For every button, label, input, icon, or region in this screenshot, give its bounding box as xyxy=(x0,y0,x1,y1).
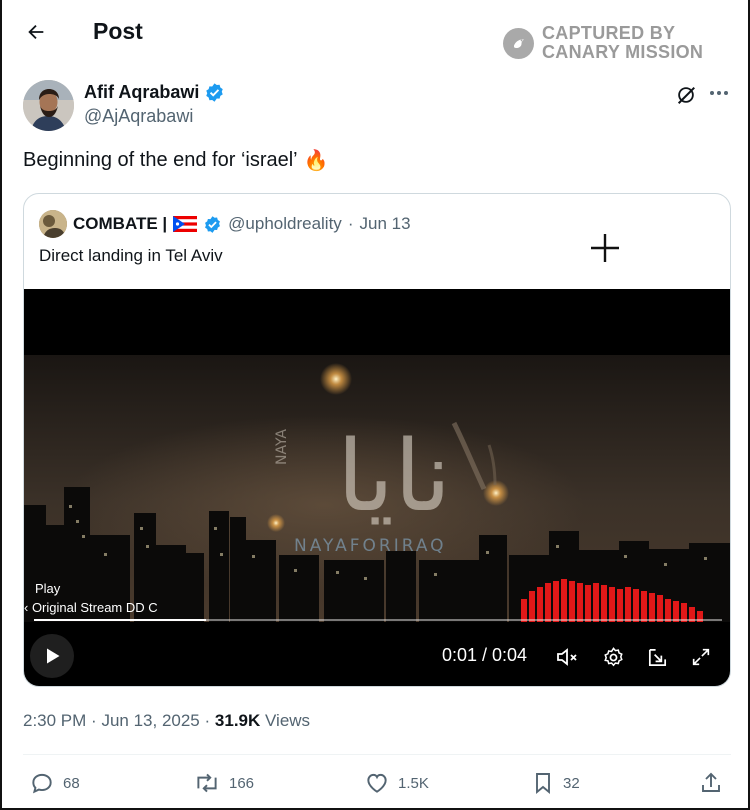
share-icon xyxy=(702,772,720,792)
back-button[interactable] xyxy=(18,14,54,50)
video-frame[interactable]: NAYA نايا NAYAFORIRAQ xyxy=(24,355,730,622)
quoted-post-header: COMBATE | @upholdreality · Jun 13 xyxy=(39,210,411,238)
quoted-post-text: Direct landing in Tel Aviv xyxy=(39,246,223,265)
video-player[interactable]: NAYA نايا NAYAFORIRAQ Play ‹ Original St… xyxy=(24,289,730,686)
page-header: Post CAPTURED BY CANARY MISSION xyxy=(0,0,750,66)
naya-latin-watermark: NAYA xyxy=(274,429,290,465)
post-text: Beginning of the end for ‘israel’ 🔥 xyxy=(23,148,329,173)
quoted-verified-badge-icon xyxy=(205,215,221,233)
quoted-separator: · xyxy=(347,214,354,233)
quoted-author-handle: @upholdreality xyxy=(228,214,342,233)
post-time[interactable]: 2:30 PM xyxy=(23,711,86,730)
divider xyxy=(23,754,731,755)
author-name[interactable]: Afif Aqrabawi xyxy=(84,82,199,103)
volume-muted-icon xyxy=(557,648,577,666)
quoted-author-avatar xyxy=(39,210,67,238)
action-bar: 68 166 1.5K 32 xyxy=(0,770,750,802)
watermark-line2: CANARY MISSION xyxy=(542,42,704,62)
gear-icon xyxy=(603,646,623,666)
share-button[interactable] xyxy=(699,770,723,796)
grok-icon xyxy=(677,86,695,104)
bookmark-button[interactable]: 32 xyxy=(531,770,580,796)
reply-icon xyxy=(32,773,52,794)
verified-badge-icon xyxy=(206,83,224,102)
picture-in-picture-button[interactable] xyxy=(644,644,670,670)
like-count: 1.5K xyxy=(398,774,429,792)
video-play-label: Play xyxy=(35,581,61,596)
author-avatar[interactable] xyxy=(23,80,74,131)
settings-button[interactable] xyxy=(600,644,626,670)
repost-count: 166 xyxy=(229,774,255,792)
reply-count: 68 xyxy=(63,774,80,792)
nayaforiraq-watermark: NAYAFORIRAQ xyxy=(294,536,447,556)
original-stream-label: ‹ Original Stream DD C xyxy=(24,600,158,615)
fire-emoji-icon: 🔥 xyxy=(303,150,329,172)
post-body: Beginning of the end for ‘israel’ xyxy=(23,149,298,171)
reply-button[interactable]: 68 xyxy=(29,770,80,796)
watermark-line1: CAPTURED BY xyxy=(542,23,676,43)
more-dots-icon xyxy=(710,91,728,95)
views-count: 31.9K xyxy=(214,711,261,730)
video-progress-fill xyxy=(34,619,206,621)
arrow-left-icon xyxy=(28,24,44,40)
puerto-rico-flag-icon xyxy=(173,216,198,232)
post-meta: 2:30 PM · Jun 13, 2025 · 31.9K Views xyxy=(23,711,310,731)
video-progress-bar[interactable] xyxy=(34,619,722,621)
quoted-author-name: COMBATE | xyxy=(73,214,168,233)
post-date[interactable]: Jun 13, 2025 xyxy=(101,711,199,730)
quoted-date: Jun 13 xyxy=(359,214,411,233)
grok-button[interactable] xyxy=(673,82,699,108)
meta-separator: · xyxy=(91,711,97,730)
video-play-button[interactable] xyxy=(30,634,74,678)
expand-icon xyxy=(692,648,710,666)
naya-arabic-watermark: نايا xyxy=(337,420,451,534)
repost-icon xyxy=(197,773,217,793)
fullscreen-button[interactable] xyxy=(688,644,714,670)
bookmark-icon xyxy=(536,773,550,795)
page-title: Post xyxy=(93,18,143,44)
heart-icon xyxy=(367,773,387,793)
pip-icon xyxy=(648,648,666,666)
play-icon xyxy=(47,648,60,664)
author-name-row[interactable]: Afif Aqrabawi xyxy=(84,82,225,103)
bookmark-count: 32 xyxy=(563,774,580,792)
canary-mission-watermark: CAPTURED BY CANARY MISSION xyxy=(503,24,703,62)
views-label: Views xyxy=(265,711,311,730)
quoted-post-card[interactable]: COMBATE | @upholdreality · Jun 13 Direct… xyxy=(23,193,731,687)
like-button[interactable]: 1.5K xyxy=(364,770,429,796)
more-options-button[interactable] xyxy=(706,80,732,106)
video-time-display: 0:01 / 0:04 xyxy=(442,645,528,665)
plus-cursor-icon xyxy=(591,234,619,262)
mute-button[interactable] xyxy=(554,644,580,670)
author-handle[interactable]: @AjAqrabawi xyxy=(84,106,193,127)
canary-seal-icon xyxy=(503,27,534,59)
meta-separator: · xyxy=(204,711,211,730)
repost-button[interactable]: 166 xyxy=(193,770,254,796)
